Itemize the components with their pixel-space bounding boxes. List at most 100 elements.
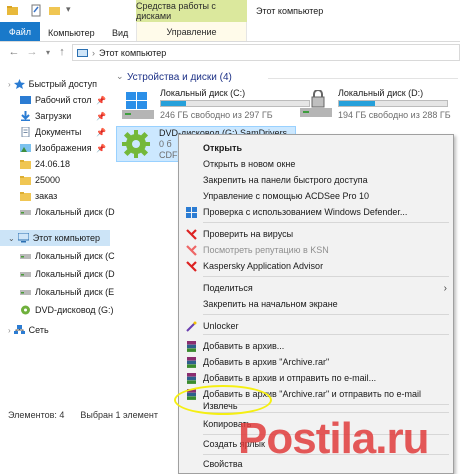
status-item-count: Элементов: 4: [8, 410, 65, 420]
nav-item-label: DVD-дисковод (G:): [35, 305, 114, 315]
network-icon: [13, 325, 25, 335]
drive-usage-bar: [338, 100, 448, 107]
nav-item-label: 25000: [35, 175, 61, 185]
drive-tile-c[interactable]: Локальный диск (C:) 246 ГБ свободно из 2…: [120, 88, 320, 122]
drive-icon: [20, 287, 31, 297]
watermark-text: Postila.ru: [238, 414, 429, 463]
pin-icon: 📌: [96, 111, 106, 121]
nav-item-label: Локальный диск (C: [35, 251, 115, 261]
drive-size: 0 б: [159, 139, 172, 149]
nav-local-disk-c[interactable]: Локальный диск (C: [20, 248, 130, 264]
nav-folder-zakaz[interactable]: заказ: [20, 188, 130, 204]
qa-dropdown-icon[interactable]: ▾: [66, 4, 71, 15]
expand-chevron-icon[interactable]: ›: [8, 326, 11, 335]
nav-pictures[interactable]: Изображения 📌: [20, 140, 130, 156]
tab-computer[interactable]: Компьютер: [48, 28, 95, 38]
gear-disc-icon: [121, 129, 151, 159]
winrar-icon: [186, 340, 197, 352]
nav-local-disk-d[interactable]: Локальный диск (D: [20, 266, 130, 282]
nav-item-label: Сеть: [28, 325, 49, 335]
drive-free-space: 246 ГБ свободно из 297 ГБ: [160, 110, 273, 120]
drive-usage-fill: [161, 101, 187, 106]
computer-icon: [77, 48, 88, 57]
pictures-icon: [20, 143, 31, 153]
folder-icon: [20, 191, 31, 201]
folder-icon[interactable]: [6, 4, 19, 17]
menu-item-pin-start[interactable]: Закрепить на начальном экране: [179, 295, 453, 313]
nav-item-label: Быстрый доступ: [28, 79, 98, 89]
menu-separator: [203, 276, 449, 277]
address-bar[interactable]: › Этот компьютер: [72, 44, 460, 61]
expand-chevron-icon[interactable]: ›: [8, 80, 11, 89]
nav-item-label: Этот компьютер: [32, 233, 101, 243]
status-bar: Элементов: 4 Выбран 1 элемент: [0, 408, 200, 422]
section-header[interactable]: Устройства и диски (4): [127, 72, 232, 83]
window-title: Этот компьютер: [256, 6, 324, 16]
breadcrumb-separator-icon: ›: [92, 47, 95, 58]
pin-icon: 📌: [96, 95, 106, 105]
nav-this-pc[interactable]: ⌄ Этот компьютер: [0, 230, 110, 246]
nav-documents[interactable]: Документы 📌: [20, 124, 130, 140]
tab-manage[interactable]: Управление: [136, 22, 247, 41]
drive-usage-bar: [160, 100, 310, 107]
nav-item-label: Изображения: [35, 143, 92, 153]
section-collapse-chevron-icon[interactable]: ⌄: [116, 71, 124, 82]
nav-local-disk-d-quick[interactable]: Локальный диск (D: [20, 204, 130, 220]
submenu-arrow-icon: ›: [443, 282, 447, 294]
nav-quick-access[interactable]: › Быстрый доступ: [8, 76, 118, 92]
status-selected-count: Выбран 1 элемент: [80, 410, 158, 420]
nav-local-disk-e[interactable]: Локальный диск (E: [20, 284, 130, 300]
unlocker-wand-icon: [186, 321, 197, 332]
recent-locations-chevron-icon[interactable]: ▾: [42, 44, 54, 60]
section-divider: [268, 78, 458, 79]
nav-folder-25000[interactable]: 25000: [20, 172, 130, 188]
nav-item-label: 24.06.18: [35, 159, 71, 169]
nav-downloads[interactable]: Загрузки 📌: [20, 108, 130, 124]
menu-item-unlocker[interactable]: Unlocker: [179, 317, 453, 335]
nav-item-label: Загрузки: [35, 111, 72, 121]
desktop-icon: [20, 95, 31, 105]
folder-icon: [20, 159, 31, 169]
drive-tools-contextual-tab[interactable]: Средства работы с дисками: [136, 0, 247, 22]
drive-name: Локальный диск (C:): [160, 88, 246, 98]
properties-icon[interactable]: [30, 4, 43, 17]
drive-usage-fill: [339, 101, 375, 106]
nav-item-label: Локальный диск (E: [35, 287, 115, 297]
nav-item-label: Документы: [35, 127, 82, 137]
drive-icon: [20, 207, 31, 217]
nav-network[interactable]: › Сеть: [8, 322, 118, 338]
pin-icon: 📌: [96, 143, 106, 153]
forward-arrow-icon[interactable]: →: [26, 44, 38, 60]
menu-separator: [203, 222, 449, 223]
documents-icon: [20, 127, 31, 137]
navigation-pane: › Быстрый доступ Рабочий стол 📌 Загрузки…: [0, 72, 115, 402]
tab-view[interactable]: Вид: [112, 28, 128, 38]
collapse-chevron-icon[interactable]: ⌄: [8, 234, 15, 243]
up-arrow-icon[interactable]: ↑: [56, 44, 68, 60]
kaspersky-icon: [186, 228, 197, 240]
dvd-icon: [20, 305, 31, 315]
winrar-icon: [186, 356, 197, 368]
nav-item-label: Рабочий стол: [35, 95, 92, 105]
tab-file[interactable]: Файл: [0, 22, 40, 41]
computer-icon: [17, 233, 29, 243]
new-folder-icon[interactable]: [48, 4, 61, 17]
pin-icon: 📌: [96, 127, 106, 137]
star-icon: [13, 79, 25, 89]
breadcrumb-this-pc[interactable]: Этот компьютер: [99, 48, 166, 58]
drive-name: Локальный диск (D:): [338, 88, 424, 98]
drive-tile-d[interactable]: Локальный диск (D:) 194 ГБ свободно из 2…: [298, 88, 460, 122]
nav-desktop[interactable]: Рабочий стол 📌: [20, 92, 130, 108]
menu-item-kaspersky-advisor[interactable]: Kaspersky Application Advisor: [179, 257, 453, 275]
menu-item-windows-defender[interactable]: Проверка с использованием Windows Defend…: [179, 203, 453, 221]
drive-icon: [20, 269, 31, 279]
nav-item-label: Локальный диск (D: [35, 269, 115, 279]
highlight-annotation: [174, 385, 272, 415]
windows-drive-icon: [122, 92, 154, 120]
nav-folder-24-06-18[interactable]: 24.06.18: [20, 156, 130, 172]
winrar-icon: [186, 372, 197, 384]
menu-separator: [203, 334, 449, 335]
nav-dvd-drive-g[interactable]: DVD-дисковод (G:): [20, 302, 130, 318]
folder-icon: [20, 175, 31, 185]
back-arrow-icon[interactable]: ←: [8, 44, 20, 60]
